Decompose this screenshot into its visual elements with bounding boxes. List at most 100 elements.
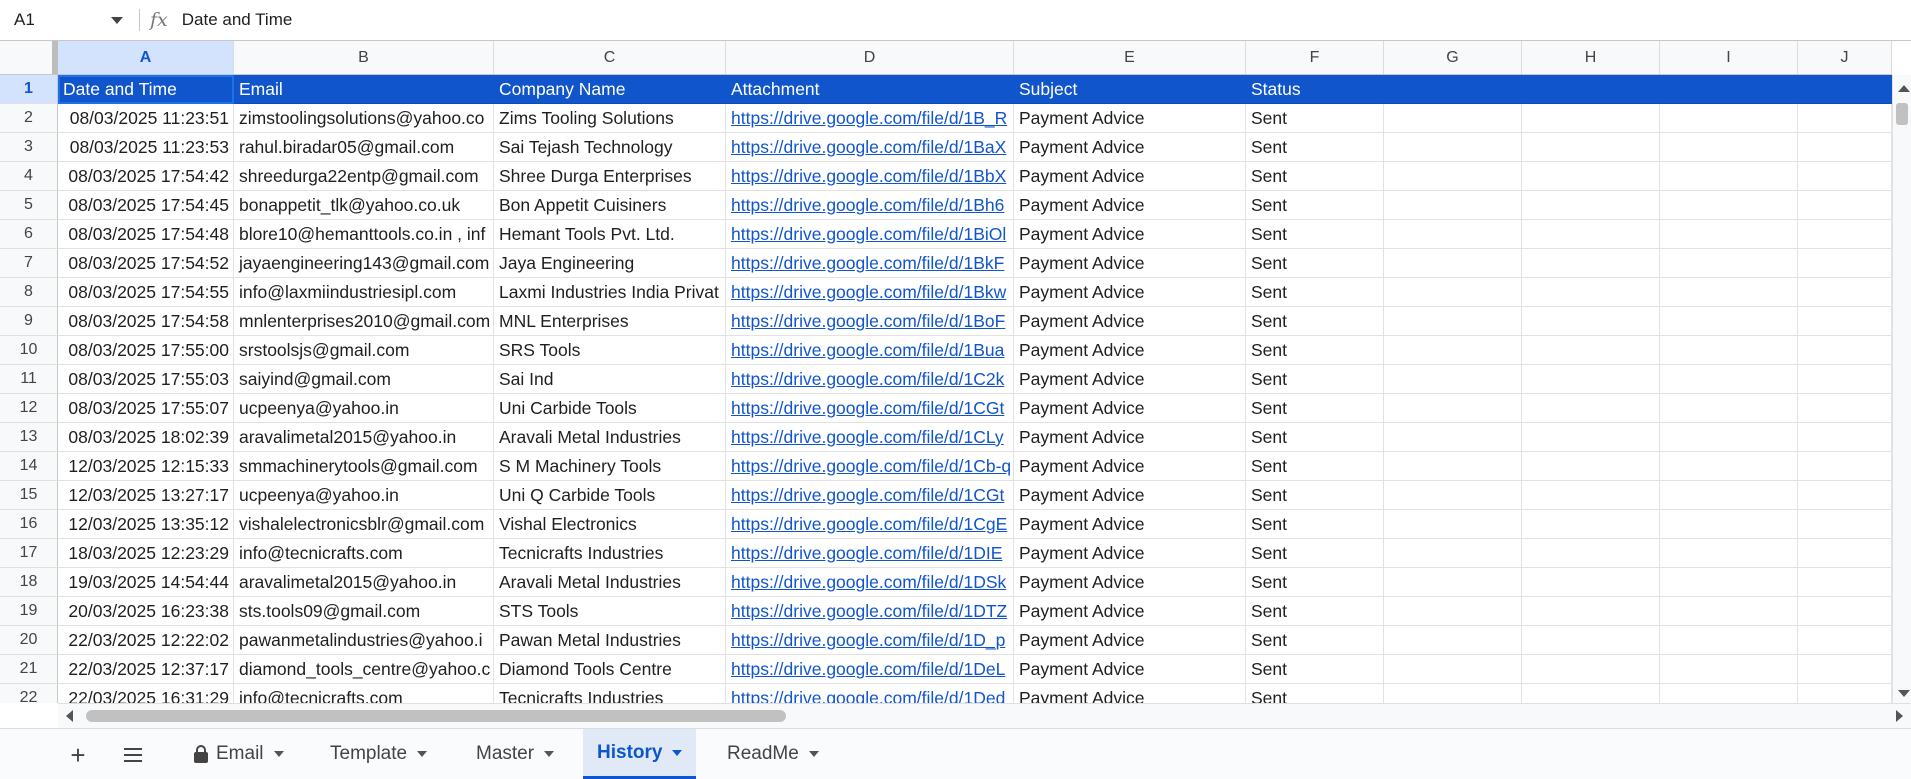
empty-cell[interactable] (1660, 104, 1798, 133)
empty-cell[interactable] (1522, 452, 1660, 481)
header-cell-link[interactable]: Attachment (726, 75, 1014, 104)
empty-cell[interactable] (1522, 394, 1660, 423)
row-number[interactable]: 6 (0, 220, 58, 249)
link-cell[interactable]: https://drive.google.com/file/d/1Ded (726, 684, 1014, 703)
empty-cell[interactable] (1798, 336, 1892, 365)
subject-cell[interactable]: Payment Advice (1014, 365, 1246, 394)
scroll-right-icon[interactable] (1896, 710, 1903, 722)
empty-cell[interactable] (1660, 75, 1798, 104)
row-number[interactable]: 18 (0, 568, 58, 597)
row-number[interactable]: 17 (0, 539, 58, 568)
email-cell[interactable]: zimstoolingsolutions@yahoo.co (234, 104, 494, 133)
empty-cell[interactable] (1660, 510, 1798, 539)
date-cell[interactable]: 08/03/2025 17:54:52 (58, 249, 234, 278)
row-number[interactable]: 2 (0, 104, 58, 133)
email-cell[interactable]: info@tecnicrafts.com (234, 684, 494, 703)
company-cell[interactable]: Jaya Engineering (494, 249, 726, 278)
subject-cell[interactable]: Payment Advice (1014, 510, 1246, 539)
subject-cell[interactable]: Payment Advice (1014, 104, 1246, 133)
link-cell[interactable]: https://drive.google.com/file/d/1Bua (726, 336, 1014, 365)
link-cell[interactable]: https://drive.google.com/file/d/1Bkw (726, 278, 1014, 307)
link-cell[interactable]: https://drive.google.com/file/d/1BbX (726, 162, 1014, 191)
empty-cell[interactable] (1522, 568, 1660, 597)
empty-cell[interactable] (1384, 307, 1522, 336)
link-cell[interactable]: https://drive.google.com/file/d/1BaX (726, 133, 1014, 162)
link-cell[interactable]: https://drive.google.com/file/d/1BoF (726, 307, 1014, 336)
empty-cell[interactable] (1522, 336, 1660, 365)
company-cell[interactable]: SRS Tools (494, 336, 726, 365)
empty-cell[interactable] (1798, 104, 1892, 133)
sheet-tab-master[interactable]: Master (462, 729, 568, 779)
company-cell[interactable]: Bon Appetit Cuisiners (494, 191, 726, 220)
empty-cell[interactable] (1384, 365, 1522, 394)
sheet-tab-readme[interactable]: ReadMe (713, 729, 833, 779)
email-cell[interactable]: diamond_tools_centre@yahoo.c (234, 655, 494, 684)
empty-cell[interactable] (1522, 539, 1660, 568)
status-cell[interactable]: Sent (1246, 336, 1384, 365)
company-cell[interactable]: Pawan Metal Industries (494, 626, 726, 655)
status-cell[interactable]: Sent (1246, 568, 1384, 597)
empty-cell[interactable] (1798, 423, 1892, 452)
row-number[interactable]: 11 (0, 365, 58, 394)
chevron-down-icon[interactable] (808, 751, 819, 757)
date-cell[interactable]: 08/03/2025 17:55:03 (58, 365, 234, 394)
empty-cell[interactable] (1660, 191, 1798, 220)
date-cell[interactable]: 08/03/2025 17:54:55 (58, 278, 234, 307)
status-cell[interactable]: Sent (1246, 365, 1384, 394)
row-number[interactable]: 21 (0, 655, 58, 684)
empty-cell[interactable] (1798, 365, 1892, 394)
scroll-up-icon[interactable] (1898, 85, 1910, 92)
empty-cell[interactable] (1522, 597, 1660, 626)
empty-cell[interactable] (1798, 481, 1892, 510)
date-cell[interactable]: 12/03/2025 13:35:12 (58, 510, 234, 539)
empty-cell[interactable] (1384, 568, 1522, 597)
header-cell-subject[interactable]: Subject (1014, 75, 1246, 104)
chevron-down-icon[interactable] (111, 16, 123, 24)
company-cell[interactable]: Vishal Electronics (494, 510, 726, 539)
empty-cell[interactable] (1798, 539, 1892, 568)
subject-cell[interactable]: Payment Advice (1014, 220, 1246, 249)
column-header-j[interactable]: J (1798, 41, 1892, 74)
column-header-e[interactable]: E (1014, 41, 1246, 74)
empty-cell[interactable] (1660, 394, 1798, 423)
column-header-a[interactable]: A (58, 41, 234, 74)
subject-cell[interactable]: Payment Advice (1014, 278, 1246, 307)
status-cell[interactable]: Sent (1246, 684, 1384, 703)
email-cell[interactable]: ucpeenya@yahoo.in (234, 481, 494, 510)
email-cell[interactable]: jayaengineering143@gmail.com (234, 249, 494, 278)
row-number[interactable]: 15 (0, 481, 58, 510)
empty-cell[interactable] (1522, 191, 1660, 220)
date-cell[interactable]: 08/03/2025 17:55:07 (58, 394, 234, 423)
empty-cell[interactable] (1660, 597, 1798, 626)
company-cell[interactable]: Tecnicrafts Industries (494, 539, 726, 568)
empty-cell[interactable] (1384, 336, 1522, 365)
company-cell[interactable]: Hemant Tools Pvt. Ltd. (494, 220, 726, 249)
empty-cell[interactable] (1384, 249, 1522, 278)
sheet-tab-template[interactable]: Template (316, 729, 441, 779)
status-cell[interactable]: Sent (1246, 394, 1384, 423)
status-cell[interactable]: Sent (1246, 423, 1384, 452)
empty-cell[interactable] (1522, 75, 1660, 104)
subject-cell[interactable]: Payment Advice (1014, 597, 1246, 626)
formula-input[interactable]: Date and Time (182, 10, 293, 30)
date-cell[interactable]: 22/03/2025 16:31:29 (58, 684, 234, 703)
email-cell[interactable]: info@tecnicrafts.com (234, 539, 494, 568)
link-cell[interactable]: https://drive.google.com/file/d/1CGt (726, 394, 1014, 423)
row-number[interactable]: 20 (0, 626, 58, 655)
empty-cell[interactable] (1798, 597, 1892, 626)
empty-cell[interactable] (1384, 104, 1522, 133)
empty-cell[interactable] (1660, 162, 1798, 191)
row-number[interactable]: 19 (0, 597, 58, 626)
date-cell[interactable]: 08/03/2025 11:23:53 (58, 133, 234, 162)
row-number[interactable]: 16 (0, 510, 58, 539)
email-cell[interactable]: vishalelectronicsblr@gmail.com (234, 510, 494, 539)
status-cell[interactable]: Sent (1246, 597, 1384, 626)
status-cell[interactable]: Sent (1246, 539, 1384, 568)
date-cell[interactable]: 22/03/2025 12:37:17 (58, 655, 234, 684)
add-sheet-button[interactable]: + (58, 737, 98, 773)
column-header-h[interactable]: H (1522, 41, 1660, 74)
row-number[interactable]: 22 (0, 684, 58, 703)
empty-cell[interactable] (1660, 684, 1798, 703)
empty-cell[interactable] (1522, 162, 1660, 191)
date-cell[interactable]: 12/03/2025 13:27:17 (58, 481, 234, 510)
